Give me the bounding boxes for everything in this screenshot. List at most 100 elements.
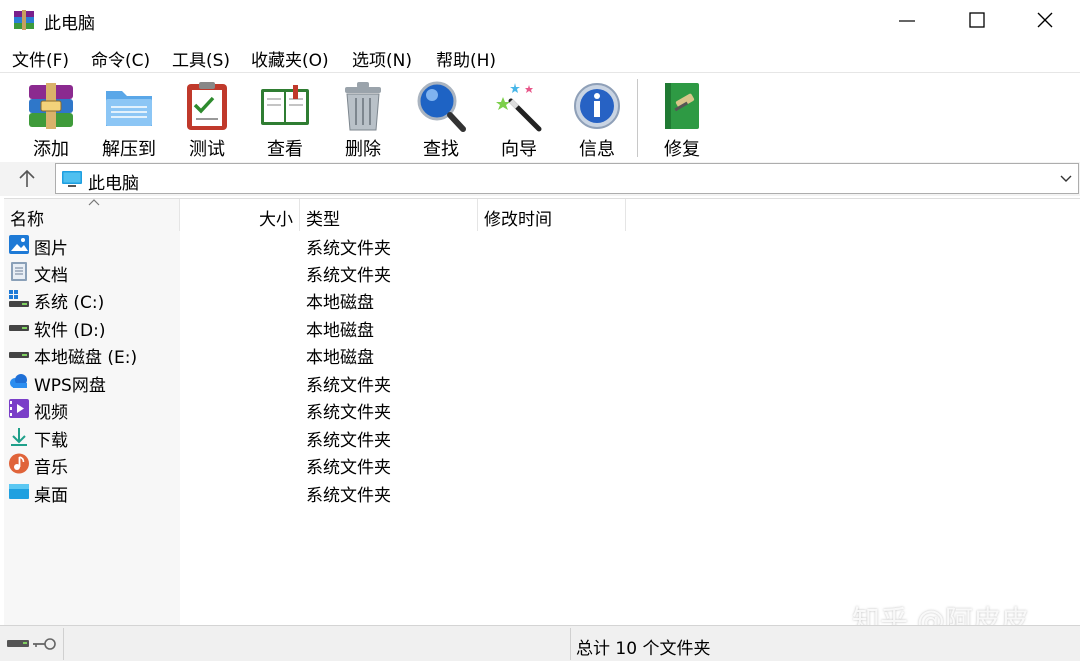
menu-commands[interactable]: 命令(C) [91, 46, 150, 71]
item-name: 软件 (D:) [34, 321, 106, 341]
item-name: WPS网盘 [34, 376, 106, 396]
wizard-label: 向导 [501, 139, 537, 160]
winrar-app-icon [14, 10, 34, 30]
extract-to-button[interactable]: 解压到 [92, 77, 166, 160]
item-name: 本地磁盘 (E:) [34, 348, 138, 368]
list-item[interactable]: 音乐 系统文件夹 [4, 450, 1080, 478]
address-bar: 此电脑 [0, 162, 1080, 196]
menu-tools[interactable]: 工具(S) [172, 46, 230, 71]
item-name: 桌面 [34, 486, 68, 506]
wizard-button[interactable]: 向导 [482, 77, 556, 160]
close-button[interactable] [1010, 0, 1080, 40]
view-button[interactable]: 查看 [248, 77, 322, 160]
item-type: 本地磁盘 [306, 293, 374, 313]
maximize-button[interactable] [942, 0, 1012, 40]
extract-to-label: 解压到 [102, 139, 156, 160]
status-divider [570, 628, 571, 660]
close-icon [1037, 12, 1053, 28]
column-name-label: 名称 [10, 210, 44, 230]
column-modified-header[interactable]: 修改时间 [478, 199, 626, 231]
book-view-icon [261, 85, 309, 125]
item-name: 视频 [34, 403, 68, 423]
repair-label: 修复 [664, 139, 700, 160]
list-item[interactable]: WPS网盘 系统文件夹 [4, 368, 1080, 396]
this-pc-icon [62, 171, 82, 187]
column-size-label: 大小 [259, 210, 293, 230]
column-size-header[interactable]: 大小 [180, 199, 300, 231]
desktop-icon [9, 484, 29, 499]
video-icon [9, 399, 29, 418]
music-icon [9, 453, 29, 474]
repair-book-icon [665, 83, 699, 129]
address-field[interactable]: 此电脑 [55, 163, 1079, 194]
list-item[interactable]: 文档 系统文件夹 [4, 258, 1080, 286]
drive-key-icon[interactable] [6, 636, 58, 652]
test-button[interactable]: 测试 [170, 77, 244, 160]
status-summary: 总计 10 个文件夹 [576, 639, 711, 659]
magnifier-icon [417, 81, 466, 132]
menu-options[interactable]: 选项(N) [352, 46, 412, 71]
item-type: 系统文件夹 [306, 486, 391, 506]
status-bar: 总计 10 个文件夹 [0, 625, 1080, 661]
toolbar-separator [637, 79, 638, 157]
item-type: 系统文件夹 [306, 239, 391, 259]
info-button[interactable]: 信息 [560, 77, 634, 160]
item-type: 系统文件夹 [306, 458, 391, 478]
list-item[interactable]: 软件 (D:) 本地磁盘 [4, 313, 1080, 341]
magic-wand-icon [496, 83, 542, 132]
title-bar: 此电脑 [0, 0, 1080, 40]
item-name: 下载 [34, 431, 68, 451]
trash-icon [345, 82, 381, 131]
menu-file[interactable]: 文件(F) [12, 46, 69, 71]
view-label: 查看 [267, 139, 303, 160]
item-name: 文档 [34, 266, 68, 286]
status-icons [2, 628, 64, 660]
download-icon [11, 428, 27, 446]
column-type-header[interactable]: 类型 [300, 199, 478, 231]
column-modified-label: 修改时间 [484, 210, 552, 230]
minimize-button[interactable] [872, 0, 942, 40]
delete-button[interactable]: 删除 [326, 77, 400, 160]
maximize-icon [969, 12, 985, 28]
clipboard-check-icon [187, 82, 227, 130]
system-drive-icon [9, 290, 29, 307]
column-header: 名称 大小 类型 修改时间 [4, 199, 1080, 231]
test-label: 测试 [189, 139, 225, 160]
address-path: 此电脑 [88, 174, 139, 194]
repair-button[interactable]: 修复 [645, 77, 719, 160]
menu-favorites[interactable]: 收藏夹(O) [251, 46, 329, 71]
menu-bar: 文件(F) 命令(C) 工具(S) 收藏夹(O) 选项(N) 帮助(H) [0, 40, 1080, 72]
cloud-icon [10, 374, 27, 388]
drive-icon [9, 352, 29, 358]
item-type: 本地磁盘 [306, 321, 374, 341]
file-list: 名称 大小 类型 修改时间 图片 系统文件夹 文档 系统文件夹 系统 (C:) … [4, 198, 1080, 625]
list-item[interactable]: 视频 系统文件夹 [4, 395, 1080, 423]
list-item[interactable]: 系统 (C:) 本地磁盘 [4, 285, 1080, 313]
column-name-header[interactable]: 名称 [4, 199, 180, 231]
item-type: 系统文件夹 [306, 376, 391, 396]
documents-icon [11, 262, 27, 281]
list-item[interactable]: 本地磁盘 (E:) 本地磁盘 [4, 340, 1080, 368]
find-label: 查找 [423, 139, 459, 160]
add-label: 添加 [33, 139, 69, 160]
chevron-down-icon[interactable] [1059, 172, 1073, 186]
window-title: 此电脑 [44, 14, 95, 34]
folder-extract-icon [106, 91, 152, 126]
delete-label: 删除 [345, 139, 381, 160]
find-button[interactable]: 查找 [404, 77, 478, 160]
item-type: 系统文件夹 [306, 431, 391, 451]
item-name: 音乐 [34, 458, 68, 478]
add-button[interactable]: 添加 [14, 77, 88, 160]
list-item[interactable]: 下载 系统文件夹 [4, 423, 1080, 451]
list-item[interactable]: 桌面 系统文件夹 [4, 478, 1080, 506]
column-type-label: 类型 [306, 210, 340, 230]
info-icon [574, 83, 620, 129]
item-type: 本地磁盘 [306, 348, 374, 368]
minimize-icon [899, 20, 915, 22]
item-type: 系统文件夹 [306, 266, 391, 286]
item-name: 图片 [34, 239, 68, 259]
menu-help[interactable]: 帮助(H) [436, 46, 496, 71]
item-type: 系统文件夹 [306, 403, 391, 423]
up-arrow-icon[interactable] [14, 167, 40, 191]
list-item[interactable]: 图片 系统文件夹 [4, 231, 1080, 259]
